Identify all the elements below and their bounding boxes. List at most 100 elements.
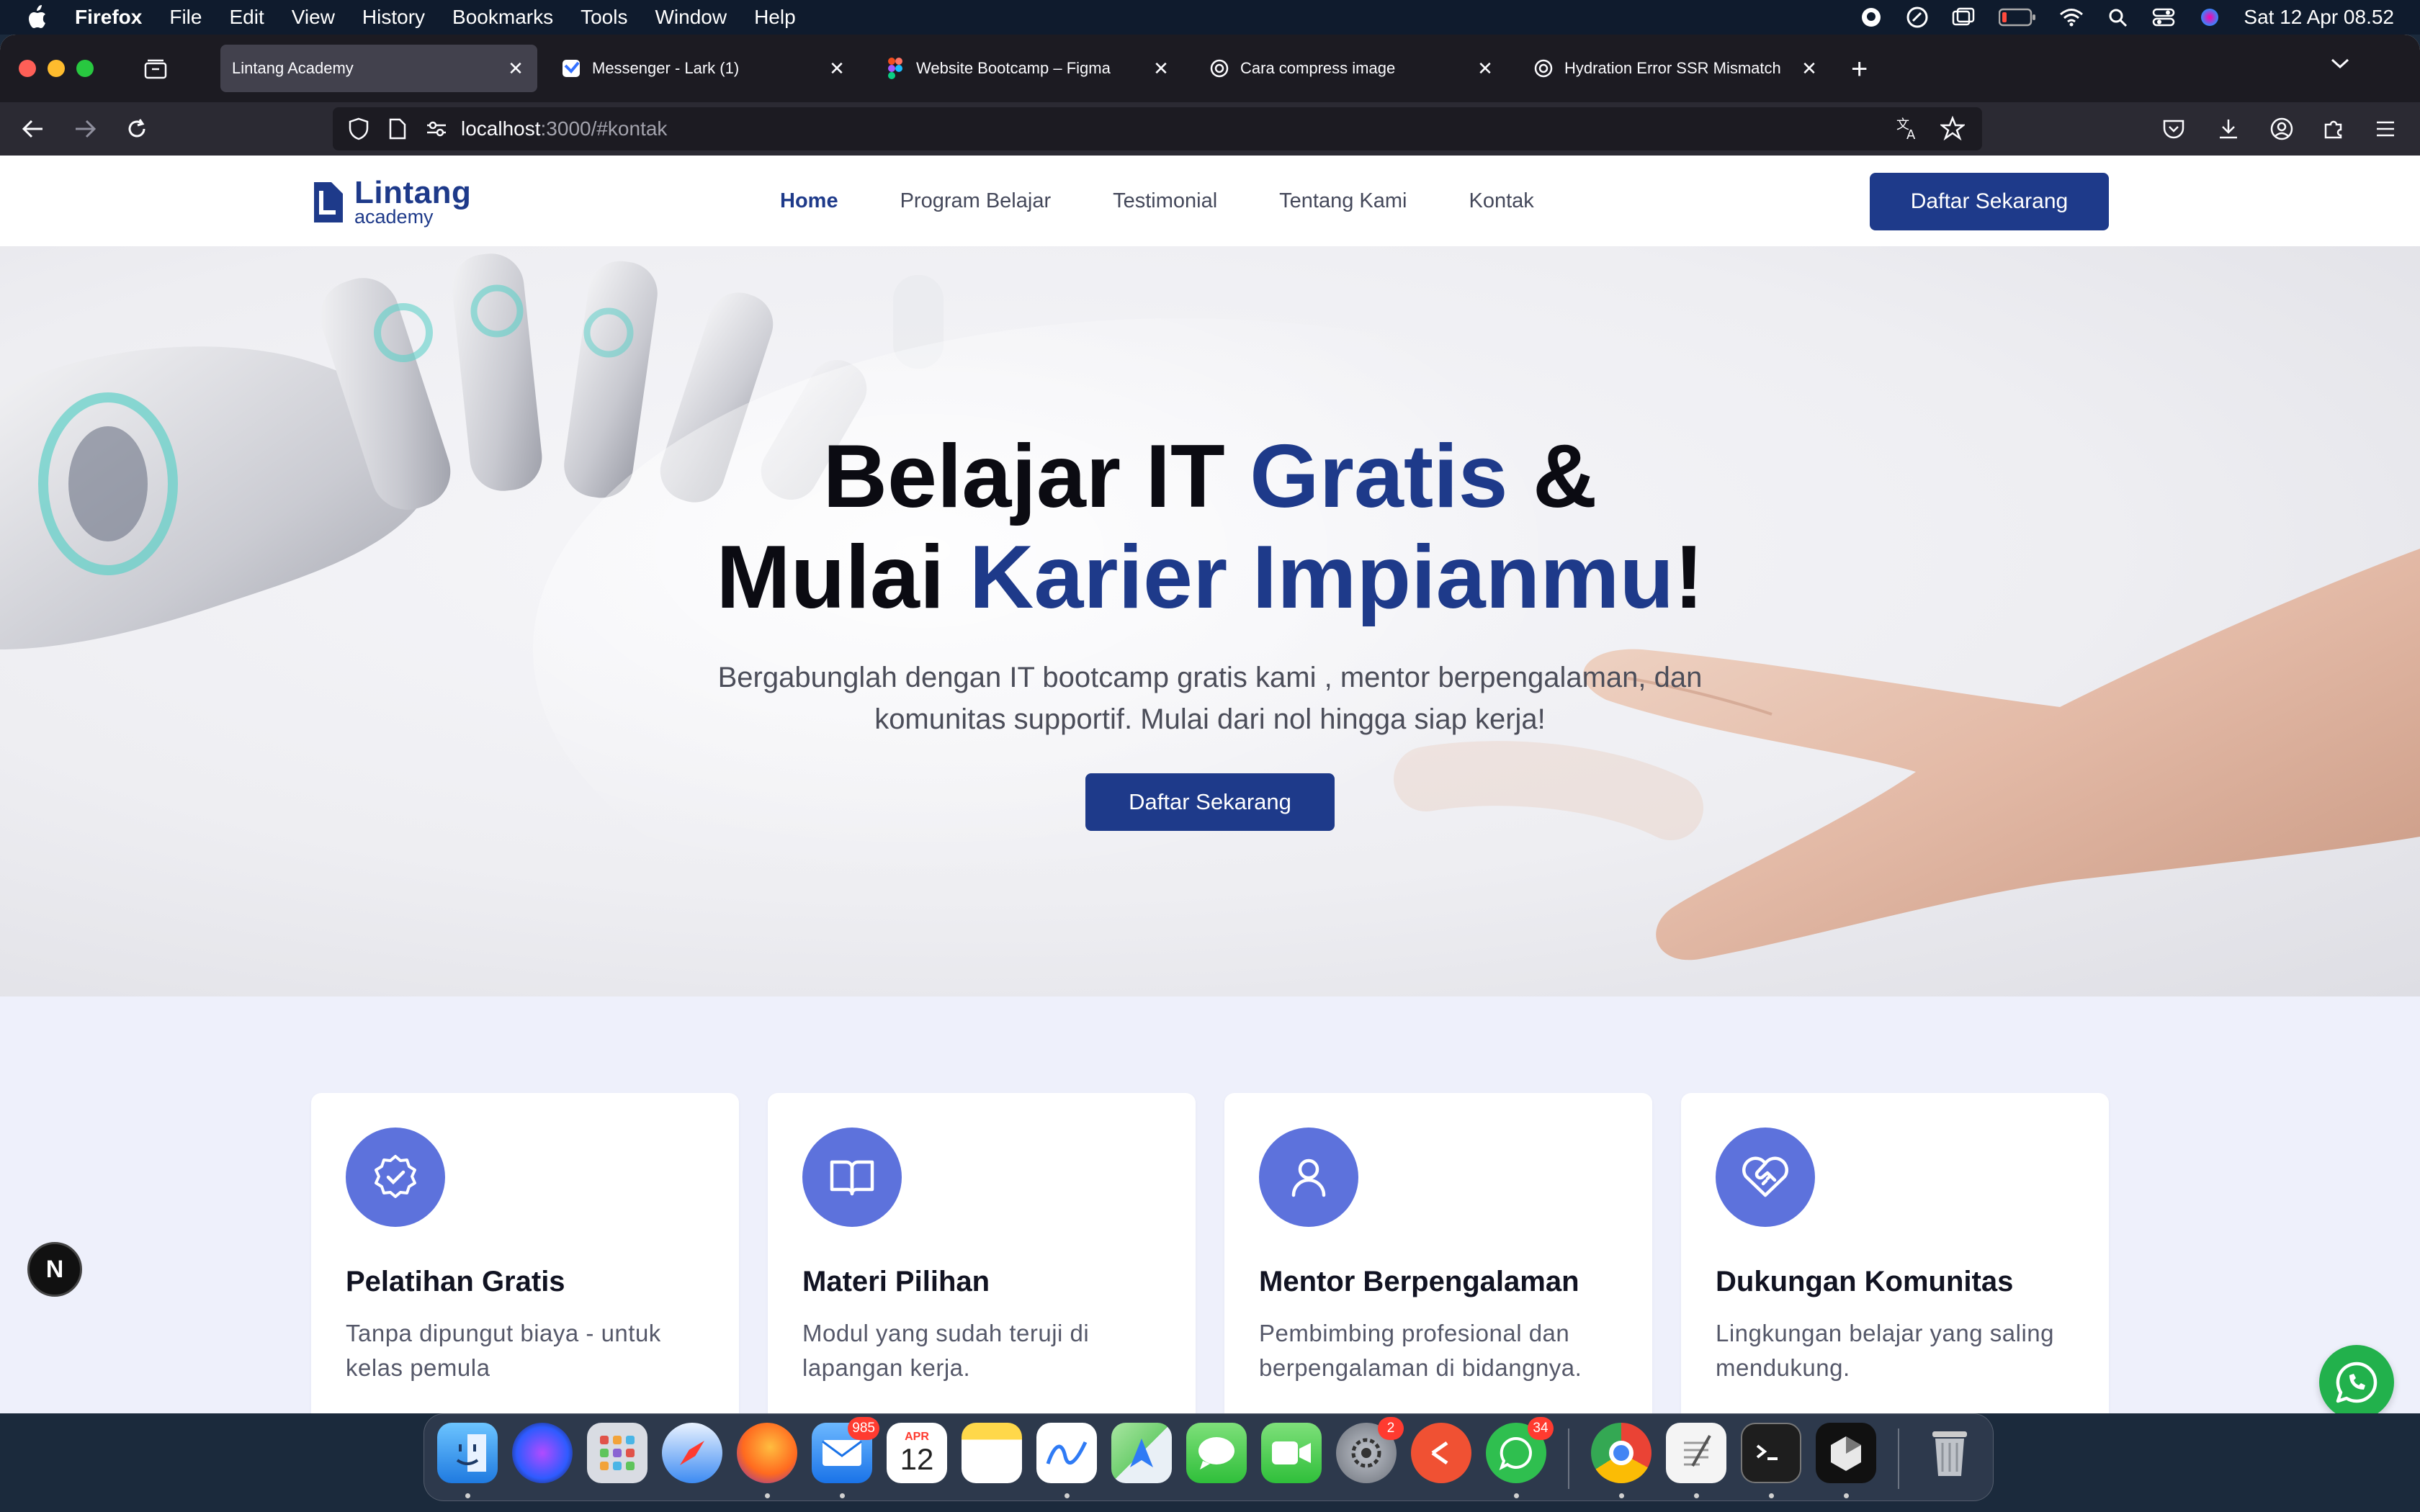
menu-tools[interactable]: Tools xyxy=(581,6,627,29)
account-icon[interactable] xyxy=(2267,114,2296,143)
tab-hydration-error[interactable]: Hydration Error SSR Mismatch ✕ xyxy=(1521,45,1831,92)
hero-subtitle: Bergabunglah dengan IT bootcamp gratis k… xyxy=(717,662,1703,735)
forward-arrow-icon[interactable] xyxy=(71,114,99,143)
close-tab-icon[interactable]: ✕ xyxy=(506,58,526,79)
close-tab-icon[interactable]: ✕ xyxy=(1151,58,1171,79)
back-arrow-icon[interactable] xyxy=(19,114,48,143)
spotlight-search-icon[interactable] xyxy=(2105,6,2130,28)
main-nav: Home Program Belajar Testimonial Tentang… xyxy=(780,156,1534,246)
downloads-icon[interactable] xyxy=(2214,114,2243,143)
lintang-logo-icon xyxy=(314,181,343,222)
whatsapp-icon xyxy=(2336,1362,2378,1403)
new-tab-button[interactable]: + xyxy=(1851,55,1868,84)
feature-card-pelatihan-gratis: Pelatihan Gratis Tanpa dipungut biaya - … xyxy=(311,1093,739,1413)
window-manager-icon[interactable] xyxy=(1951,6,1976,28)
macos-menu-bar: Firefox File Edit View History Bookmarks… xyxy=(0,0,2420,35)
system-settings-icon[interactable]: 2 xyxy=(1336,1417,1404,1483)
extensions-puzzle-icon[interactable] xyxy=(2319,114,2348,143)
chrome-icon[interactable] xyxy=(1591,1423,1652,1483)
hero-title: Belajar IT Gratis & Mulai Karier Impianm… xyxy=(0,426,2420,628)
reload-icon[interactable] xyxy=(122,114,151,143)
close-tab-icon[interactable]: ✕ xyxy=(827,58,847,79)
list-all-tabs-chevron-icon[interactable] xyxy=(2329,56,2351,74)
battery-icon[interactable] xyxy=(1997,6,2038,28)
trash-icon[interactable] xyxy=(1919,1423,1980,1483)
settings-badge: 2 xyxy=(1378,1417,1404,1440)
nav-program-belajar[interactable]: Program Belajar xyxy=(900,189,1052,213)
textedit-icon[interactable] xyxy=(1666,1423,1726,1483)
safari-icon[interactable] xyxy=(662,1423,722,1483)
close-tab-icon[interactable]: ✕ xyxy=(1475,58,1495,79)
tracking-shield-icon[interactable] xyxy=(346,116,372,142)
bookmark-star-icon[interactable] xyxy=(1939,115,1966,144)
terminal-icon[interactable] xyxy=(1741,1423,1801,1483)
nav-kontak[interactable]: Kontak xyxy=(1469,189,1534,213)
page-info-icon[interactable] xyxy=(385,116,411,142)
freeform-icon[interactable] xyxy=(1036,1423,1097,1483)
maps-icon[interactable] xyxy=(1111,1423,1172,1483)
cursor-editor-icon[interactable] xyxy=(1816,1423,1876,1483)
openai-favicon-icon xyxy=(1533,58,1554,79)
nav-testimonial[interactable]: Testimonial xyxy=(1113,189,1217,213)
permissions-sliders-icon[interactable] xyxy=(424,116,449,142)
whatsapp-chat-button[interactable] xyxy=(2319,1345,2394,1413)
dock-separator xyxy=(1898,1428,1899,1489)
nav-home[interactable]: Home xyxy=(780,189,838,213)
address-bar[interactable]: localhost:3000/#kontak 文A xyxy=(333,107,1982,150)
mail-icon[interactable]: 985 xyxy=(812,1417,879,1483)
feature-title: Mentor Berpengalaman xyxy=(1259,1266,1579,1297)
zoom-window-button[interactable] xyxy=(76,60,94,77)
hero-title-1b: Gratis xyxy=(1250,427,1508,526)
hero-title-line-1: Belajar IT Gratis & xyxy=(0,426,2420,527)
nav-tentang-kami[interactable]: Tentang Kami xyxy=(1279,189,1407,213)
menu-app-name[interactable]: Firefox xyxy=(75,6,142,29)
control-center-icon[interactable] xyxy=(2151,6,2176,28)
calendar-icon[interactable]: APR 12 xyxy=(887,1423,947,1483)
menu-history[interactable]: History xyxy=(362,6,425,29)
tab-figma[interactable]: Website Bootcamp – Figma ✕ xyxy=(873,45,1183,92)
wifi-icon[interactable] xyxy=(2059,6,2084,28)
tab-strip: Lintang Academy ✕ Messenger - Lark (1) ✕… xyxy=(0,35,2420,102)
hero-register-button[interactable]: Daftar Sekarang xyxy=(1085,773,1335,831)
close-tab-icon[interactable]: ✕ xyxy=(1799,58,1819,79)
menu-view[interactable]: View xyxy=(292,6,335,29)
tab-lintang-academy[interactable]: Lintang Academy ✕ xyxy=(220,45,537,92)
menu-file[interactable]: File xyxy=(169,6,202,29)
clock-datetime[interactable]: Sat 12 Apr 08.52 xyxy=(2244,6,2394,29)
menu-help[interactable]: Help xyxy=(754,6,796,29)
launchpad-icon[interactable] xyxy=(587,1423,647,1483)
menu-edit[interactable]: Edit xyxy=(229,6,264,29)
facetime-icon[interactable] xyxy=(1261,1423,1322,1483)
cleaner-status-icon[interactable] xyxy=(1905,6,1930,28)
browser-window: Lintang Academy ✕ Messenger - Lark (1) ✕… xyxy=(0,35,2420,1413)
site-logo[interactable]: Lintang academy xyxy=(310,177,471,227)
tab-cara-compress[interactable]: Cara compress image ✕ xyxy=(1197,45,1507,92)
firefox-dock-icon[interactable] xyxy=(737,1423,797,1483)
tab-messenger-lark[interactable]: Messenger - Lark (1) ✕ xyxy=(549,45,859,92)
close-window-button[interactable] xyxy=(19,60,36,77)
terminal-running-indicator xyxy=(1769,1493,1774,1498)
siri-status-icon[interactable] xyxy=(2197,6,2222,28)
feature-card-mentor: Mentor Berpengalaman Pembimbing profesio… xyxy=(1224,1093,1652,1413)
menu-window[interactable]: Window xyxy=(655,6,727,29)
minimize-window-button[interactable] xyxy=(48,60,65,77)
finder-icon[interactable] xyxy=(437,1423,498,1483)
url-text[interactable]: localhost:3000/#kontak xyxy=(461,117,667,140)
apple-menu-icon[interactable] xyxy=(26,5,55,30)
siri-icon[interactable] xyxy=(512,1423,573,1483)
tab-title: Messenger - Lark (1) xyxy=(592,59,740,77)
notes-icon[interactable] xyxy=(962,1423,1022,1483)
nextjs-dev-indicator[interactable]: N xyxy=(27,1242,82,1297)
git-client-icon[interactable] xyxy=(1411,1423,1471,1483)
firefox-view-icon[interactable] xyxy=(141,54,170,83)
menu-bookmarks[interactable]: Bookmarks xyxy=(452,6,553,29)
translate-icon[interactable]: 文A xyxy=(1896,116,1920,144)
github-status-icon[interactable] xyxy=(1859,6,1883,28)
tab-title: Hydration Error SSR Mismatch xyxy=(1564,59,1781,77)
whatsapp-dock-icon[interactable]: 34 xyxy=(1486,1417,1554,1483)
whatsapp-badge: 34 xyxy=(1528,1417,1554,1440)
messages-icon[interactable] xyxy=(1186,1423,1247,1483)
pocket-icon[interactable] xyxy=(2159,114,2188,143)
header-register-button[interactable]: Daftar Sekarang xyxy=(1870,173,2109,230)
hamburger-menu-icon[interactable] xyxy=(2371,114,2400,143)
